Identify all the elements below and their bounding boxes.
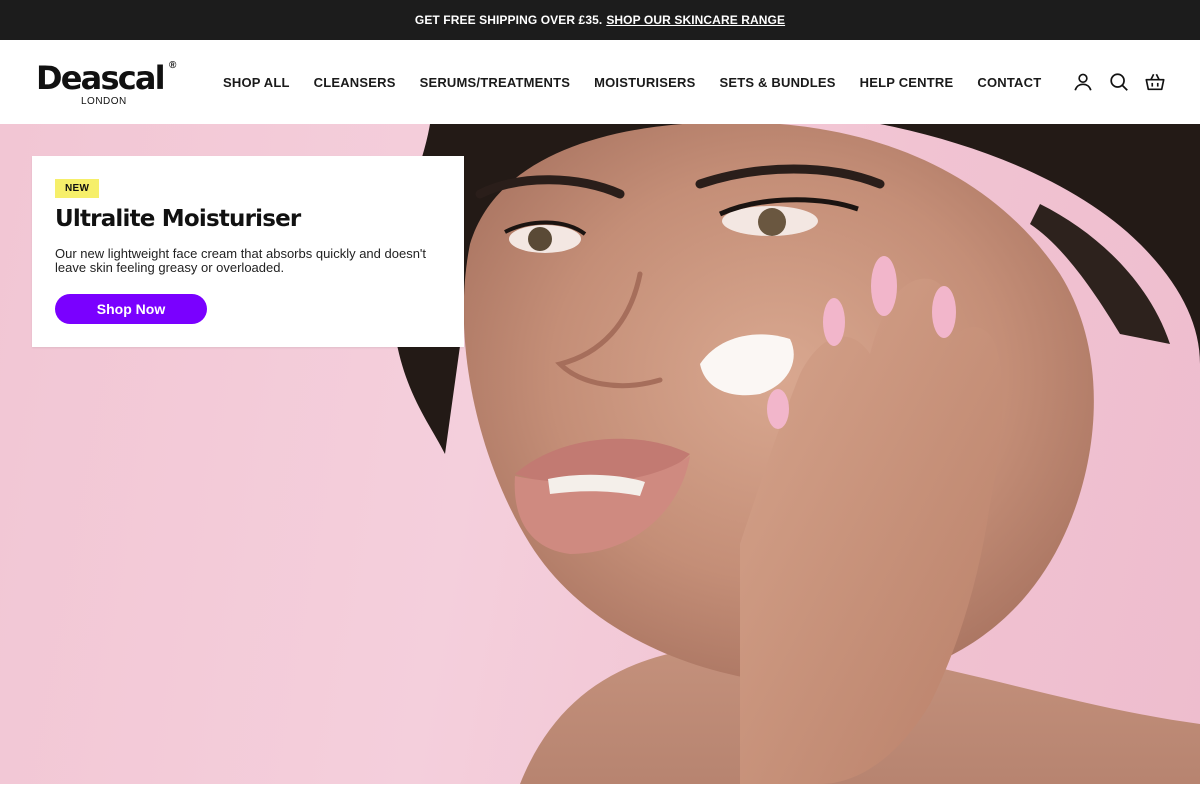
search-icon[interactable] xyxy=(1108,71,1130,93)
site-header: Deascal ® LONDON SHOP ALL CLEANSERS SERU… xyxy=(0,40,1200,124)
nav-item-moisturisers[interactable]: MOISTURISERS xyxy=(594,75,695,90)
cart-icon[interactable] xyxy=(1144,71,1166,93)
new-badge: NEW xyxy=(55,179,100,198)
promo-description: Our new lightweight face cream that abso… xyxy=(55,246,427,275)
nav-item-serums-treatments[interactable]: SERUMS/TREATMENTS xyxy=(420,75,571,90)
main-nav: SHOP ALL CLEANSERS SERUMS/TREATMENTS MOI… xyxy=(223,40,1041,124)
nav-item-cleansers[interactable]: CLEANSERS xyxy=(314,75,396,90)
announcement-text: GET FREE SHIPPING OVER £35. xyxy=(414,13,603,27)
brand-location: LONDON xyxy=(81,96,127,107)
nav-item-contact[interactable]: CONTACT xyxy=(977,75,1041,90)
announcement-bar: GET FREE SHIPPING OVER £35. SHOP OUR SKI… xyxy=(0,0,1200,40)
promo-title: Ultralite Moisturiser xyxy=(55,206,301,232)
announcement-link[interactable]: SHOP OUR SKINCARE RANGE xyxy=(606,13,785,27)
brand-logo[interactable]: Deascal ® LONDON xyxy=(36,60,186,110)
hero-banner: NEW Ultralite Moisturiser Our new lightw… xyxy=(0,124,1200,784)
promo-card: NEW Ultralite Moisturiser Our new lightw… xyxy=(32,156,464,347)
nav-item-shop-all[interactable]: SHOP ALL xyxy=(223,75,290,90)
nav-item-help-centre[interactable]: HELP CENTRE xyxy=(860,75,954,90)
brand-wordmark: Deascal xyxy=(36,59,166,97)
registered-mark: ® xyxy=(169,60,177,71)
header-icons xyxy=(1072,40,1166,124)
shop-now-button[interactable]: Shop Now xyxy=(55,294,207,324)
nav-item-sets-bundles[interactable]: SETS & BUNDLES xyxy=(719,75,835,90)
account-icon[interactable] xyxy=(1072,71,1094,93)
